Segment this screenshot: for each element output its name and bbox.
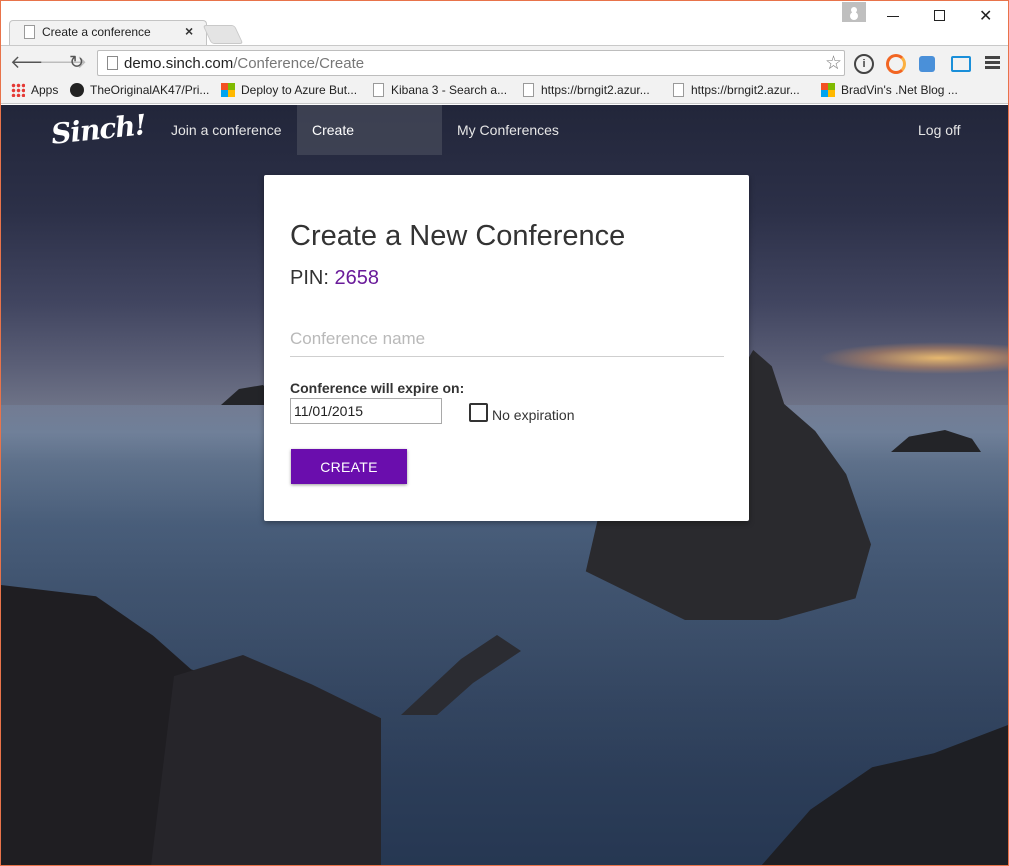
bookmark-brngit2-1[interactable]: https://brngit2.azur... bbox=[541, 83, 650, 97]
bookmark-apps[interactable]: Apps bbox=[31, 83, 58, 97]
url-path: /Conference/Create bbox=[233, 55, 365, 72]
url-text[interactable]: demo.sinch.com/Conference/Create bbox=[124, 55, 364, 72]
no-expiration-checkbox[interactable] bbox=[469, 403, 488, 422]
pin-label: PIN: bbox=[290, 267, 329, 289]
nav-join-conference[interactable]: Join a conference bbox=[156, 105, 297, 155]
browser-toolbar: 🡐 🡒 ↻ demo.sinch.com/Conference/Create ☆… bbox=[1, 45, 1008, 79]
close-window-icon[interactable]: ✕ bbox=[979, 6, 992, 26]
new-tab-button[interactable] bbox=[202, 25, 244, 44]
title-bar: Create a conference × ✕ bbox=[1, 1, 1008, 46]
nav-log-off[interactable]: Log off bbox=[903, 105, 976, 155]
conference-name-input[interactable] bbox=[290, 321, 724, 357]
bookmark-kibana[interactable]: Kibana 3 - Search a... bbox=[391, 83, 507, 97]
info-extension-icon[interactable]: i bbox=[854, 54, 874, 74]
page-icon bbox=[373, 83, 384, 97]
page-icon bbox=[24, 25, 35, 39]
bookmark-github[interactable]: TheOriginalAK47/Pri... bbox=[90, 83, 209, 97]
minimize-icon[interactable] bbox=[887, 16, 899, 17]
apps-grid-icon bbox=[11, 83, 25, 97]
bookmark-brngit2-2[interactable]: https://brngit2.azur... bbox=[691, 83, 800, 97]
maximize-icon[interactable] bbox=[934, 10, 945, 21]
page-title: Create a New Conference bbox=[290, 220, 626, 252]
github-icon bbox=[70, 83, 84, 97]
expire-label: Conference will expire on: bbox=[290, 380, 465, 396]
profile-icon[interactable] bbox=[842, 2, 866, 22]
reload-icon[interactable]: ↻ bbox=[69, 52, 84, 73]
pin-row: PIN: 2658 bbox=[290, 267, 379, 290]
page-icon bbox=[107, 56, 118, 70]
expire-date-input[interactable] bbox=[290, 398, 442, 424]
create-conference-card: Create a New Conference PIN: 2658 Confer… bbox=[264, 175, 749, 521]
create-button[interactable]: CREATE bbox=[291, 449, 407, 484]
page-icon bbox=[673, 83, 684, 97]
bookmark-bradvin[interactable]: BradVin's .Net Blog ... bbox=[841, 83, 958, 97]
bookmarks-bar: Apps TheOriginalAK47/Pri... Deploy to Az… bbox=[1, 79, 1008, 104]
pin-value: 2658 bbox=[334, 267, 379, 289]
url-host: demo.sinch.com bbox=[124, 55, 234, 72]
hamburger-menu-icon[interactable] bbox=[985, 56, 1000, 59]
windows-logo-icon bbox=[821, 83, 835, 97]
screenshot-extension-icon[interactable] bbox=[951, 56, 971, 72]
no-expiration-label[interactable]: No expiration bbox=[492, 407, 575, 423]
page-content: Sinch! Join a conference Create conferen… bbox=[1, 105, 1008, 865]
site-navbar: Sinch! Join a conference Create conferen… bbox=[1, 105, 1008, 188]
sync-extension-icon[interactable] bbox=[886, 54, 906, 74]
bookmark-star-icon[interactable]: ☆ bbox=[825, 52, 842, 75]
close-tab-icon[interactable]: × bbox=[185, 23, 193, 39]
sinch-logo[interactable]: Sinch! bbox=[50, 108, 148, 151]
page-icon bbox=[523, 83, 534, 97]
address-bar[interactable]: demo.sinch.com/Conference/Create ☆ bbox=[97, 50, 845, 76]
nav-my-conferences[interactable]: My Conferences bbox=[442, 105, 574, 155]
nav-create-conference[interactable]: Create conference bbox=[297, 105, 442, 188]
layers-extension-icon[interactable] bbox=[919, 56, 935, 72]
tab-title: Create a conference bbox=[42, 25, 151, 39]
windows-logo-icon bbox=[221, 83, 235, 97]
bookmark-deploy-azure[interactable]: Deploy to Azure But... bbox=[241, 83, 357, 97]
browser-window: Create a conference × ✕ 🡐 🡒 ↻ demo.sinch… bbox=[0, 0, 1009, 866]
